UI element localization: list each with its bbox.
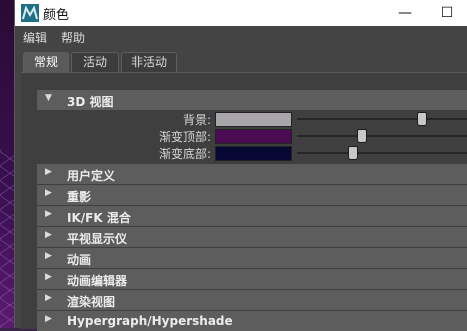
maximize-icon[interactable]: ☐ bbox=[427, 0, 467, 26]
section-label: 渲染视图 bbox=[67, 295, 116, 309]
tab-bar: 常规 活动 非活动 bbox=[15, 52, 467, 72]
section-label: IK/FK 混合 bbox=[67, 211, 131, 225]
row-label-gradient-top: 渐变顶部: bbox=[158, 130, 211, 144]
row-label-gradient-bottom: 渐变底部: bbox=[158, 147, 211, 161]
section-label: 动画编辑器 bbox=[67, 274, 128, 288]
color-swatch-gradient-top[interactable] bbox=[215, 129, 292, 144]
expand-arrow-icon: ▶ bbox=[45, 230, 52, 240]
expand-arrow-icon: ▶ bbox=[45, 251, 52, 261]
section-animation[interactable]: ▶ 动画 bbox=[37, 248, 467, 268]
slider-track-gradient-bottom[interactable] bbox=[297, 152, 467, 154]
slider-handle-gradient-bottom[interactable] bbox=[347, 146, 358, 160]
expand-arrow-icon: ▶ bbox=[45, 188, 52, 198]
section-label: 平视显示仪 bbox=[67, 232, 128, 246]
expand-arrow-icon: ▶ bbox=[45, 209, 52, 219]
color-swatch-gradient-bottom[interactable] bbox=[215, 146, 292, 161]
tab-inactive[interactable]: 非活动 bbox=[121, 52, 177, 72]
section-ikfk-blend[interactable]: ▶ IK/FK 混合 bbox=[37, 206, 467, 226]
section-ghosting[interactable]: ▶ 重影 bbox=[37, 185, 467, 205]
tab-active[interactable]: 活动 bbox=[71, 52, 119, 72]
slider-track-background[interactable] bbox=[297, 118, 467, 120]
expand-arrow-icon: ▶ bbox=[45, 314, 52, 324]
section-label: 动画 bbox=[67, 253, 92, 267]
section-hypergraph[interactable]: ▶ Hypergraph/Hypershade bbox=[37, 311, 467, 331]
menu-help[interactable]: 帮助 bbox=[61, 29, 85, 46]
section-render-view[interactable]: ▶ 渲染视图 bbox=[37, 290, 467, 310]
menu-bar: 编辑 帮助 bbox=[15, 26, 467, 48]
tab-general[interactable]: 常规 bbox=[23, 52, 69, 72]
section-animation-editor[interactable]: ▶ 动画编辑器 bbox=[37, 269, 467, 289]
slider-track-gradient-top[interactable] bbox=[297, 135, 467, 137]
color-settings-window: 颜色 — ☐ 编辑 帮助 常规 活动 非活动 ▼ 3D 视图 背景: 渐变顶部:… bbox=[14, 0, 467, 331]
color-swatch-background[interactable] bbox=[215, 112, 292, 127]
menu-edit[interactable]: 编辑 bbox=[23, 29, 47, 46]
expand-arrow-icon: ▶ bbox=[45, 272, 52, 282]
minimize-icon[interactable]: — bbox=[385, 0, 425, 26]
section-label: 重影 bbox=[67, 190, 92, 204]
expand-arrow-icon: ▶ bbox=[45, 167, 52, 177]
collapse-arrow-icon: ▼ bbox=[45, 93, 52, 103]
row-label-background: 背景: bbox=[182, 113, 211, 127]
section-label: Hypergraph/Hypershade bbox=[67, 314, 233, 328]
section-hud[interactable]: ▶ 平视显示仪 bbox=[37, 227, 467, 247]
settings-panel: ▼ 3D 视图 背景: 渐变顶部: 渐变底部: ▶ 用户定义 ▶ 重影 ▶ IK… bbox=[21, 72, 467, 331]
section-3d-view[interactable]: ▼ 3D 视图 bbox=[37, 90, 467, 110]
title-bar: 颜色 — ☐ bbox=[15, 0, 467, 26]
section-user-defined[interactable]: ▶ 用户定义 bbox=[37, 164, 467, 184]
window-title: 颜色 bbox=[43, 8, 70, 23]
slider-handle-gradient-top[interactable] bbox=[356, 129, 367, 143]
section-label: 用户定义 bbox=[67, 169, 116, 183]
maya-icon bbox=[21, 4, 39, 22]
section-label: 3D 视图 bbox=[67, 95, 114, 109]
expand-arrow-icon: ▶ bbox=[45, 293, 52, 303]
slider-handle-background[interactable] bbox=[416, 112, 427, 126]
